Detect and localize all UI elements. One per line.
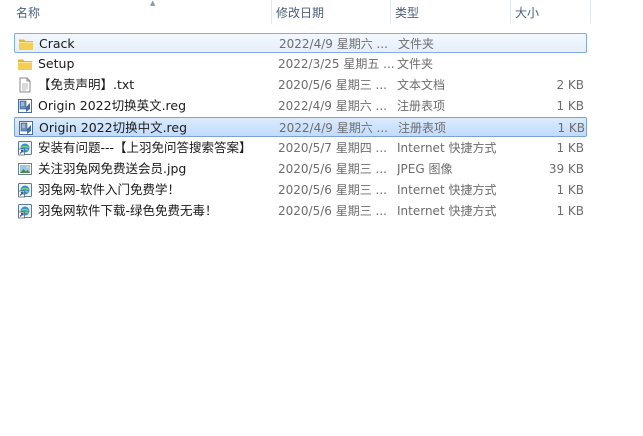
file-size: 39 KB [548,162,584,176]
column-header-name[interactable]: 名称 ▲ [12,0,272,24]
file-modified-date: 2020/5/6 星期三 ... [278,78,387,92]
column-header-date[interactable]: 修改日期 [272,0,391,24]
file-size: 1 KB [557,121,585,135]
file-type: Internet 快捷方式 [397,183,497,197]
file-modified-date: 2020/5/7 星期四 ... [278,141,387,155]
file-name: 安装有问题---【上羽免问答搜索答案】 [38,140,252,155]
file-name: 羽兔网软件下载-绿色免费无毒！ [38,203,218,218]
file-size: 1 KB [556,99,584,113]
file-name: Setup [38,56,75,71]
internet-shortcut-icon [17,203,33,219]
file-modified-date: 2022/4/9 星期六 ... [278,99,387,113]
file-size [512,54,584,74]
column-header-size[interactable]: 大小 [511,0,591,24]
file-modified-date: 2020/5/6 星期三 ... [278,162,387,176]
file-type: 文本文档 [397,78,446,92]
file-name: Origin 2022切换中文.reg [39,120,188,135]
file-type: Internet 快捷方式 [397,141,497,155]
image-file-icon [17,161,33,177]
file-type: JPEG 图像 [397,162,453,176]
file-row[interactable]: Origin 2022切换中文.reg 2022/4/9 星期六 ... 注册表项 1… [14,117,587,137]
registry-file-icon [18,120,34,136]
internet-shortcut-icon [17,140,33,156]
file-row[interactable]: 羽兔网软件下载-绿色免费无毒！ 2020/5/6 星期三 ... Internet … [14,201,587,221]
file-name: 关注羽兔网免费送会员.jpg [38,161,187,176]
file-size: 2 KB [556,78,584,92]
file-name: Origin 2022切换英文.reg [38,98,187,113]
text-file-icon [17,77,33,93]
file-row[interactable]: 【免责声明】.txt 2020/5/6 星期三 ... 文本文档 2 KB [14,75,587,95]
file-row[interactable]: 安装有问题---【上羽免问答搜索答案】 2020/5/7 星期四 ... Inter… [14,138,587,158]
column-header-size-label: 大小 [515,6,540,20]
file-row[interactable]: Crack 2022/4/9 星期六 ... 文件夹 [14,33,587,53]
file-row[interactable]: Setup 2022/3/25 星期五 ... 文件夹 [14,54,587,74]
file-modified-date: 2020/5/6 星期三 ... [278,204,387,218]
file-type: Internet 快捷方式 [397,204,497,218]
file-size: 1 KB [556,183,584,197]
file-type: 注册表项 [397,99,446,113]
file-type: 文件夹 [397,57,434,71]
file-modified-date: 2020/5/6 星期三 ... [278,183,387,197]
file-name: 羽兔网-软件入门免费学！ [38,182,181,197]
column-header-type[interactable]: 类型 [391,0,511,24]
file-type: 注册表项 [398,121,447,135]
folder-icon [17,56,33,72]
file-size: 1 KB [556,141,584,155]
file-row[interactable]: 关注羽兔网免费送会员.jpg 2020/5/6 星期三 ... JPEG 图像 39 … [14,159,587,179]
file-modified-date: 2022/3/25 星期五 ... [278,57,395,71]
column-header-name-label: 名称 [16,6,41,20]
file-name: Crack [39,36,75,51]
column-header-type-label: 类型 [395,6,420,20]
file-modified-date: 2022/4/9 星期六 ... [279,121,388,135]
file-row[interactable]: Origin 2022切换英文.reg 2022/4/9 星期六 ... 注册表项 1… [14,96,587,116]
registry-file-icon [17,98,33,114]
file-modified-date: 2022/4/9 星期六 ... [279,37,388,51]
folder-icon [18,36,34,52]
internet-shortcut-icon [17,182,33,198]
column-header-date-label: 修改日期 [276,6,325,20]
file-row[interactable]: 羽兔网-软件入门免费学！ 2020/5/6 星期三 ... Internet 快捷方… [14,180,587,200]
sort-ascending-icon: ▲ [150,0,156,7]
file-size [513,34,585,54]
file-type: 文件夹 [398,37,435,51]
file-name: 【免责声明】.txt [38,77,135,92]
column-header-bar: 名称 ▲ 修改日期 类型 大小 [0,0,643,24]
file-size: 1 KB [556,204,584,218]
